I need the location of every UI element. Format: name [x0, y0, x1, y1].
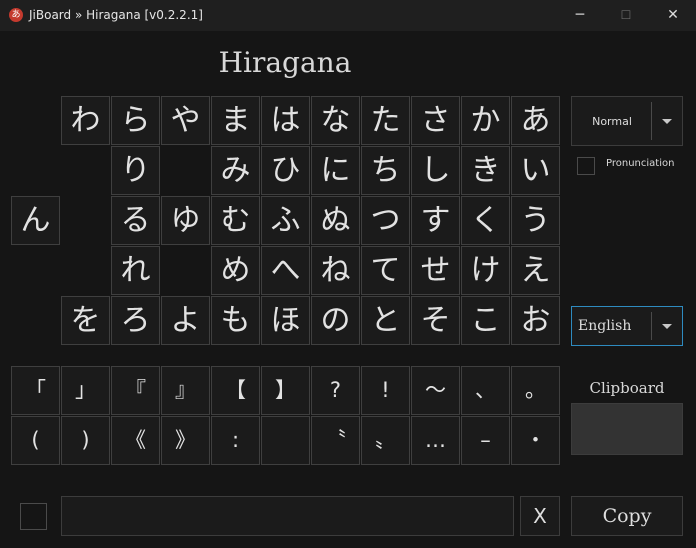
blank-key[interactable]: [261, 416, 310, 465]
key-button[interactable]: ね: [311, 246, 360, 295]
key-button[interactable]: 〟: [361, 416, 410, 465]
key-button[interactable]: む: [211, 196, 260, 245]
key-button[interactable]: い: [511, 146, 560, 195]
key-button[interactable]: き: [461, 146, 510, 195]
key-button[interactable]: 。: [511, 366, 560, 415]
key-button[interactable]: ら: [111, 96, 160, 145]
text-input[interactable]: [61, 496, 514, 536]
key-button[interactable]: ち: [361, 146, 410, 195]
key-button[interactable]: 【: [211, 366, 260, 415]
key-button[interactable]: 〝: [311, 416, 360, 465]
key-button[interactable]: の: [311, 296, 360, 345]
key-button[interactable]: け: [461, 246, 510, 295]
key-button[interactable]: た: [361, 96, 410, 145]
key-button[interactable]: ゆ: [161, 196, 210, 245]
key-button[interactable]: ん: [11, 196, 60, 245]
pronunciation-checkbox[interactable]: [577, 157, 595, 175]
language-select[interactable]: English: [571, 306, 683, 346]
key-button[interactable]: 」: [61, 366, 110, 415]
clipboard-label: Clipboard: [589, 379, 665, 397]
chevron-down-icon[interactable]: [652, 97, 682, 145]
key-button[interactable]: は: [261, 96, 310, 145]
key-button[interactable]: 》: [161, 416, 210, 465]
key-button[interactable]: ほ: [261, 296, 310, 345]
clear-button[interactable]: X: [520, 496, 560, 536]
key-button[interactable]: ひ: [261, 146, 310, 195]
key-button[interactable]: (: [11, 416, 60, 465]
key-button[interactable]: く: [461, 196, 510, 245]
key-button[interactable]: つ: [361, 196, 410, 245]
key-button[interactable]: 「: [11, 366, 60, 415]
key-button[interactable]: 』: [161, 366, 210, 415]
key-button[interactable]: …: [411, 416, 460, 465]
key-button[interactable]: :: [211, 416, 260, 465]
key-button[interactable]: せ: [411, 246, 460, 295]
key-button[interactable]: え: [511, 246, 560, 295]
key-button[interactable]: み: [211, 146, 260, 195]
clipboard-panel[interactable]: [571, 403, 683, 455]
key-button[interactable]: ま: [211, 96, 260, 145]
key-button[interactable]: れ: [111, 246, 160, 295]
mode-select[interactable]: Normal: [571, 96, 683, 146]
key-button[interactable]: 『: [111, 366, 160, 415]
key-button[interactable]: と: [361, 296, 410, 345]
key-button[interactable]: て: [361, 246, 410, 295]
key-button[interactable]: す: [411, 196, 460, 245]
key-button[interactable]: る: [111, 196, 160, 245]
key-button[interactable]: よ: [161, 296, 210, 345]
title-bar: あ JiBoard » Hiragana [v0.2.2.1] ─ ☐ ✕: [0, 0, 696, 31]
key-button[interactable]: し: [411, 146, 460, 195]
key-button[interactable]: な: [311, 96, 360, 145]
mode-select-value: Normal: [592, 114, 632, 128]
key-button[interactable]: へ: [261, 246, 310, 295]
app-icon: あ: [9, 8, 23, 22]
key-button[interactable]: !: [361, 366, 410, 415]
key-button[interactable]: ふ: [261, 196, 310, 245]
language-select-value: English: [578, 318, 632, 334]
pronunciation-label: Pronunciation: [606, 158, 675, 169]
key-button[interactable]: や: [161, 96, 210, 145]
key-button[interactable]: を: [61, 296, 110, 345]
chevron-down-icon[interactable]: [652, 307, 682, 345]
key-button[interactable]: そ: [411, 296, 460, 345]
key-button[interactable]: も: [211, 296, 260, 345]
key-button[interactable]: め: [211, 246, 260, 295]
close-button[interactable]: ✕: [650, 0, 696, 31]
key-button[interactable]: り: [111, 146, 160, 195]
minimize-button[interactable]: ─: [557, 0, 603, 31]
key-button[interactable]: 《: [111, 416, 160, 465]
key-button[interactable]: 】: [261, 366, 310, 415]
key-button[interactable]: こ: [461, 296, 510, 345]
key-button[interactable]: さ: [411, 96, 460, 145]
copy-button[interactable]: Copy: [571, 496, 683, 536]
key-button[interactable]: ?: [311, 366, 360, 415]
select-all-checkbox[interactable]: [20, 503, 47, 530]
page-title: Hiragana: [218, 46, 352, 79]
key-button[interactable]: –: [461, 416, 510, 465]
window-title: JiBoard » Hiragana [v0.2.2.1]: [29, 8, 203, 22]
key-button[interactable]: 〜: [411, 366, 460, 415]
key-button[interactable]: か: [461, 96, 510, 145]
key-button[interactable]: ろ: [111, 296, 160, 345]
key-button[interactable]: あ: [511, 96, 560, 145]
key-button[interactable]: に: [311, 146, 360, 195]
maximize-button: ☐: [620, 8, 632, 22]
key-button[interactable]: 、: [461, 366, 510, 415]
key-button[interactable]: ・: [511, 416, 560, 465]
key-button[interactable]: わ: [61, 96, 110, 145]
key-button[interactable]: う: [511, 196, 560, 245]
key-button[interactable]: ): [61, 416, 110, 465]
key-button[interactable]: お: [511, 296, 560, 345]
key-button[interactable]: ぬ: [311, 196, 360, 245]
